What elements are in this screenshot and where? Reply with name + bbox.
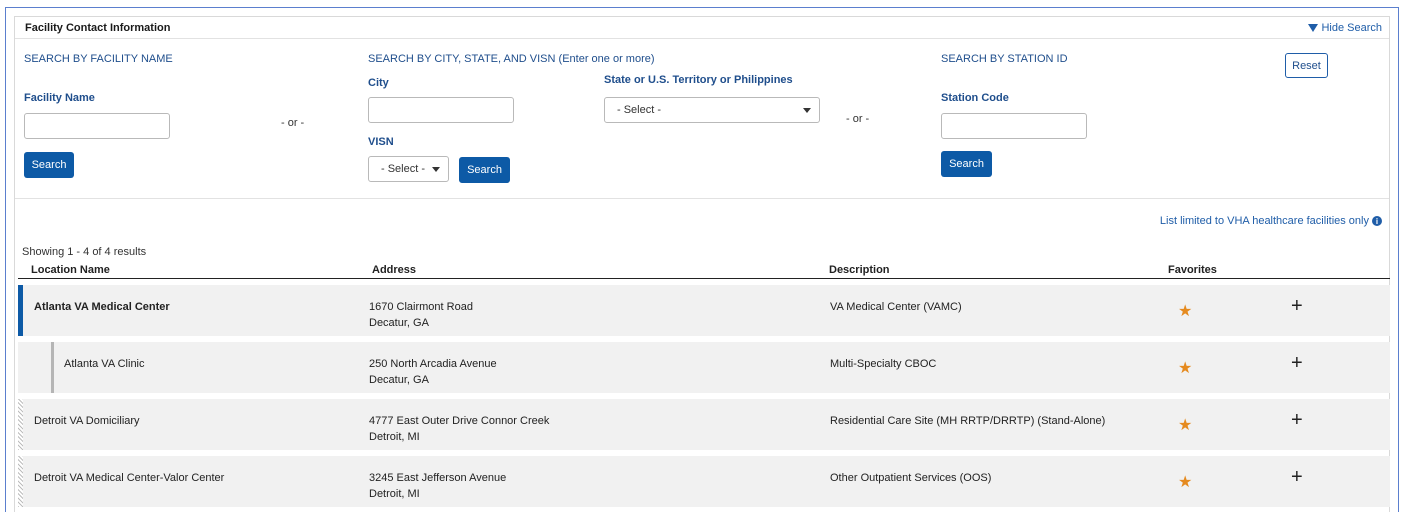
search-by-station-title: SEARCH BY STATION ID (941, 53, 1068, 65)
address-line-1: 3245 East Jefferson Avenue (369, 472, 507, 484)
facility-name-label: Facility Name (24, 92, 95, 104)
column-description: Description (829, 264, 890, 276)
description: Multi-Specialty CBOC (830, 358, 937, 370)
search-by-name-title: SEARCH BY FACILITY NAME (24, 53, 173, 65)
location-name: Detroit VA Medical Center-Valor Center (34, 472, 225, 484)
address: 4777 East Outer Drive Connor Creek Detro… (369, 413, 549, 445)
panel-header: Facility Contact Information Hide Search (15, 17, 1389, 39)
city-input[interactable] (368, 97, 514, 123)
star-icon[interactable]: ★ (1178, 415, 1192, 435)
filter-icon (1308, 23, 1319, 32)
hide-search-link[interactable]: Hide Search (1308, 22, 1382, 34)
results-table-header: Location Name Address Description Favori… (18, 262, 1390, 279)
row-marker (51, 342, 54, 393)
visn-select[interactable]: - Select - (368, 156, 449, 182)
row-marker (18, 399, 23, 450)
row-marker (18, 285, 23, 336)
column-location-name: Location Name (31, 264, 110, 276)
or-separator-2: - or - (846, 113, 870, 125)
or-separator-1: - or - (281, 117, 305, 129)
address-line-1: 1670 Clairmont Road (369, 301, 473, 313)
table-row[interactable]: Atlanta VA Clinic 250 North Arcadia Aven… (18, 342, 1390, 393)
search-by-city-hint: (Enter one or more) (558, 53, 655, 65)
table-row[interactable]: Atlanta VA Medical Center 1670 Clairmont… (18, 285, 1390, 336)
state-label: State or U.S. Territory or Philippines (604, 74, 793, 86)
station-code-input[interactable] (941, 113, 1087, 139)
chevron-down-icon (432, 166, 440, 172)
address: 250 North Arcadia Avenue Decatur, GA (369, 356, 497, 388)
reset-button[interactable]: Reset (1285, 53, 1328, 78)
address: 3245 East Jefferson Avenue Detroit, MI (369, 470, 506, 502)
address-line-2: Detroit, MI (369, 431, 420, 443)
info-icon[interactable]: i (1372, 216, 1382, 226)
row-marker (18, 456, 23, 507)
facility-contact-panel: Facility Contact Information Hide Search… (14, 16, 1390, 512)
vha-limited-note: List limited to VHA healthcare facilitie… (1160, 215, 1382, 227)
address-line-2: Decatur, GA (369, 374, 429, 386)
facility-name-search-button[interactable]: Search (24, 152, 74, 178)
facility-name-input[interactable] (24, 113, 170, 139)
page-title: Facility Contact Information (25, 21, 171, 34)
chevron-down-icon (803, 107, 811, 113)
plus-icon[interactable]: + (1291, 409, 1303, 432)
visn-label: VISN (368, 136, 394, 148)
location-name: Atlanta VA Clinic (64, 358, 145, 370)
hide-search-label: Hide Search (1321, 21, 1382, 34)
description: Residential Care Site (MH RRTP/DRRTP) (S… (830, 415, 1106, 427)
star-icon[interactable]: ★ (1178, 358, 1192, 378)
star-icon[interactable]: ★ (1178, 301, 1192, 321)
star-icon[interactable]: ★ (1178, 472, 1192, 492)
search-by-city-title: SEARCH BY CITY, STATE, AND VISN (Enter o… (368, 53, 655, 65)
address-line-1: 250 North Arcadia Avenue (369, 358, 497, 370)
state-select[interactable]: - Select - (604, 97, 820, 123)
description: VA Medical Center (VAMC) (830, 301, 962, 313)
address-line-2: Decatur, GA (369, 317, 429, 329)
plus-icon[interactable]: + (1291, 466, 1303, 489)
vha-limited-text: List limited to VHA healthcare facilitie… (1159, 215, 1369, 227)
visn-select-value: - Select - (381, 163, 426, 175)
table-row[interactable]: Detroit VA Medical Center-Valor Center 3… (18, 456, 1390, 507)
search-by-city-title-text: SEARCH BY CITY, STATE, AND VISN (368, 53, 556, 65)
address-line-2: Detroit, MI (369, 488, 420, 500)
plus-icon[interactable]: + (1291, 352, 1303, 375)
address-line-1: 4777 East Outer Drive Connor Creek (369, 415, 550, 427)
table-row[interactable]: Detroit VA Domiciliary 4777 East Outer D… (18, 399, 1390, 450)
state-select-value: - Select - (617, 104, 662, 116)
column-address: Address (372, 264, 417, 276)
results-count: Showing 1 - 4 of 4 results (22, 246, 147, 258)
station-code-label: Station Code (941, 92, 1009, 104)
location-name: Atlanta VA Medical Center (34, 301, 170, 313)
station-search-button[interactable]: Search (941, 151, 992, 177)
column-favorites: Favorites (1168, 264, 1217, 276)
city-search-button[interactable]: Search (459, 157, 510, 183)
city-label: City (368, 77, 389, 89)
location-name: Detroit VA Domiciliary (34, 415, 140, 427)
search-area: SEARCH BY FACILITY NAME Facility Name Se… (15, 39, 1389, 199)
plus-icon[interactable]: + (1291, 295, 1303, 318)
address: 1670 Clairmont Road Decatur, GA (369, 299, 473, 331)
description: Other Outpatient Services (OOS) (830, 472, 992, 484)
